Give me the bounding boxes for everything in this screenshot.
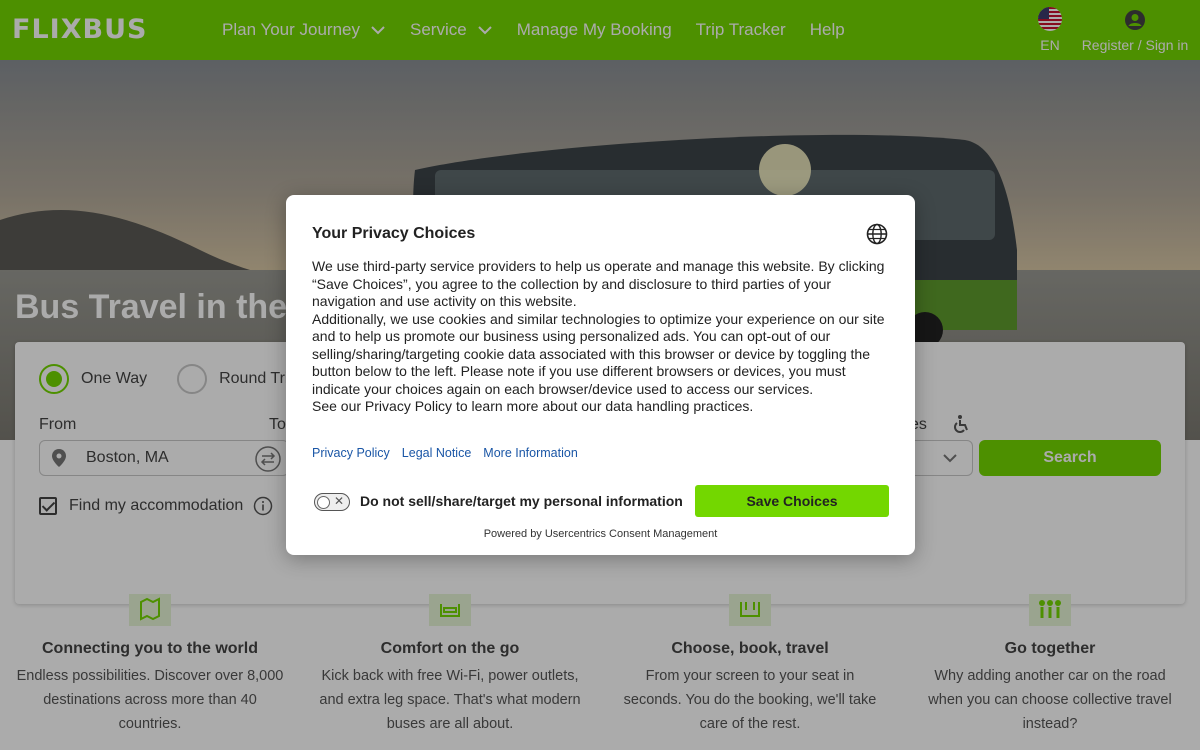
- close-icon: ✕: [333, 494, 344, 508]
- toggle-label: Do not sell/share/target my personal inf…: [360, 493, 683, 509]
- dialog-paragraph: See our Privacy Policy to learn more abo…: [312, 398, 754, 414]
- do-not-sell-toggle[interactable]: ✕: [314, 493, 350, 511]
- dialog-paragraph: We use third-party service providers to …: [312, 258, 885, 309]
- legal-notice-link[interactable]: Legal Notice: [402, 446, 472, 460]
- powered-by-text: Powered by Usercentrics Consent Manageme…: [483, 528, 718, 540]
- save-choices-button[interactable]: Save Choices: [695, 485, 889, 517]
- toggle-knob: [317, 495, 330, 509]
- privacy-consent-dialog: Your Privacy Choices We use third-party …: [286, 195, 915, 555]
- dialog-paragraph: Additionally, we use cookies and similar…: [312, 310, 885, 397]
- dialog-title: Your Privacy Choices: [312, 225, 476, 242]
- more-information-link[interactable]: More Information: [483, 446, 577, 460]
- dialog-links: Privacy Policy Legal Notice More Informa…: [312, 446, 578, 460]
- globe-icon[interactable]: [866, 223, 888, 245]
- privacy-policy-link[interactable]: Privacy Policy: [312, 446, 390, 460]
- dialog-body: We use third-party service providers to …: [312, 258, 886, 416]
